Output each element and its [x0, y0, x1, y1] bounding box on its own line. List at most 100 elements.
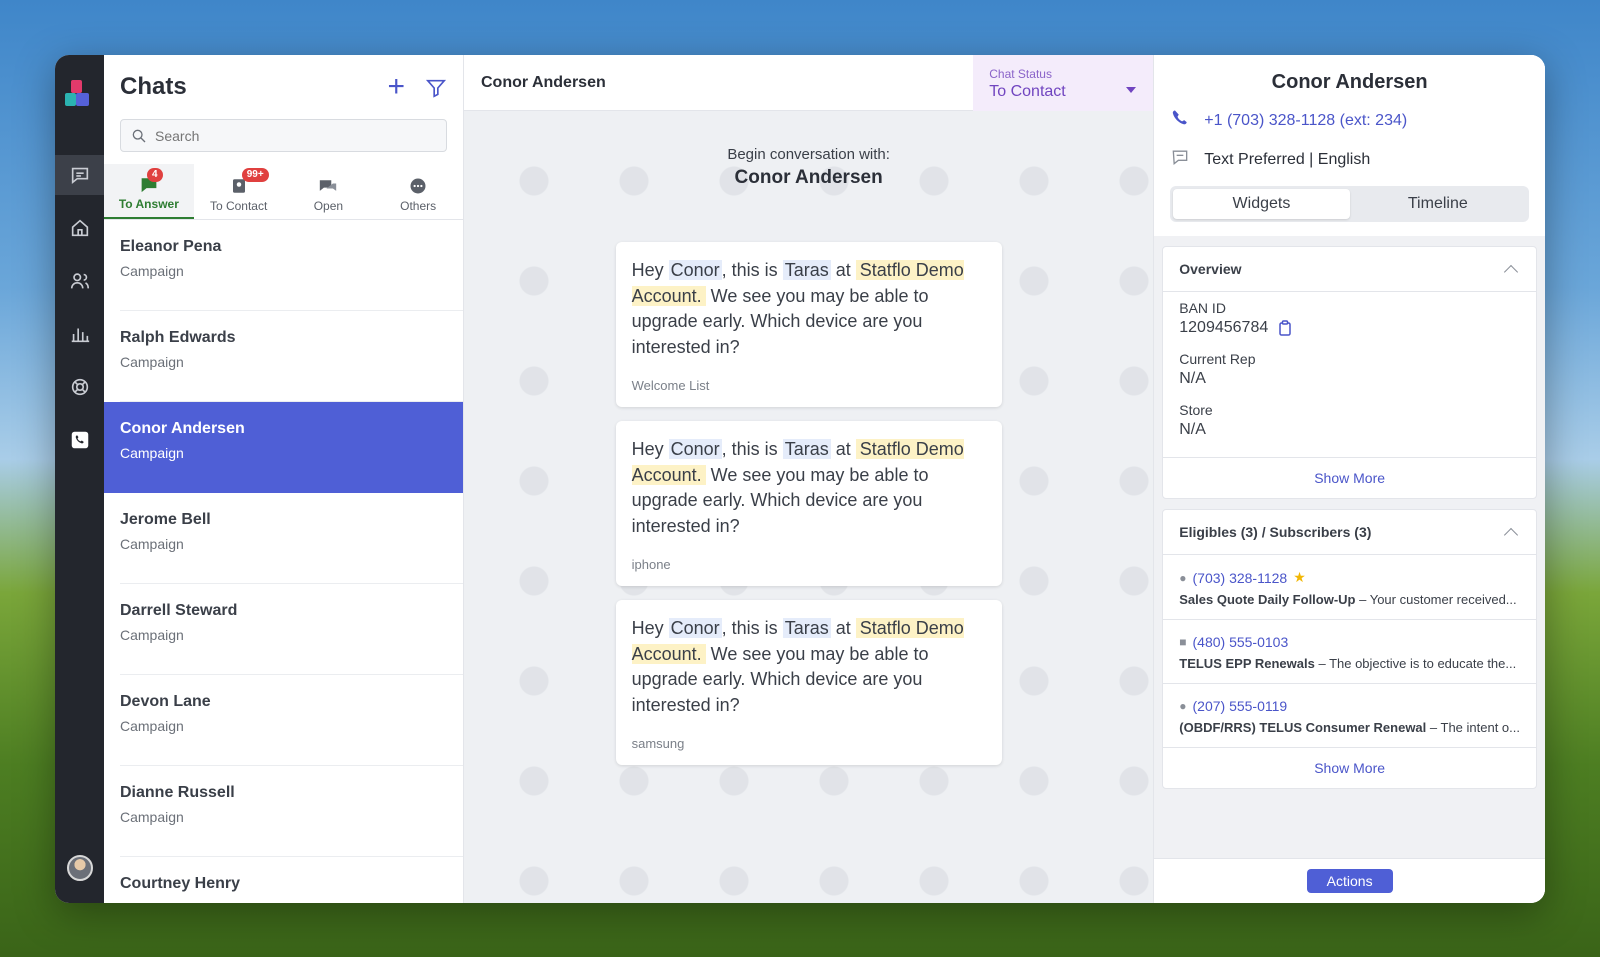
begin-name: Conor Andersen: [734, 167, 883, 188]
subscriber-phone[interactable]: (703) 328-1128: [1193, 570, 1288, 586]
eligibles-show-more[interactable]: Show More: [1163, 748, 1536, 788]
subscriber-phone[interactable]: (480) 555-0103: [1193, 634, 1289, 650]
tab-widgets[interactable]: Widgets: [1173, 189, 1350, 219]
new-chat-icon[interactable]: +: [387, 72, 405, 102]
subscriber-campaign: Sales Quote Daily Follow-Up – Your custo…: [1179, 592, 1517, 607]
eligibles-header[interactable]: Eligibles (3) / Subscribers (3): [1163, 510, 1536, 555]
apple-icon: ●: [1179, 699, 1187, 713]
template-message-card[interactable]: Hey Conor, this is Taras at Statflo Demo…: [615, 242, 1002, 407]
conversation-panel: Conor Andersen Chat Status To Contact Be…: [464, 55, 1155, 903]
chat-item[interactable]: Eleanor Pena Campaign: [120, 220, 463, 311]
chat-item[interactable]: Darrell Steward Campaign: [120, 584, 463, 675]
chat-tabs: 4 To Answer 99+ To Contact Open Others: [104, 164, 463, 220]
lifebuoy-icon[interactable]: [55, 367, 104, 407]
chat-name: Eleanor Pena: [120, 238, 222, 255]
search-icon: [132, 129, 146, 142]
device-icon: ■: [1179, 635, 1187, 649]
chat-icon[interactable]: [55, 155, 104, 195]
field-store: Store N/A: [1179, 402, 1520, 439]
contact-preference: Text Preferred | English: [1204, 150, 1371, 168]
chart-icon[interactable]: [55, 314, 104, 354]
begin-label: Begin conversation with:: [727, 146, 890, 163]
var-agent-name: Taras: [782, 618, 831, 638]
chat-item[interactable]: Dianne Russell Campaign: [120, 766, 463, 857]
phone-icon: [1170, 108, 1204, 133]
contact-summary: Conor Andersen +1 (703) 328-1128 (ext: 2…: [1154, 55, 1545, 236]
actions-button[interactable]: Actions: [1306, 869, 1393, 893]
overview-header[interactable]: Overview: [1163, 247, 1536, 292]
actions-bar: Actions: [1154, 858, 1545, 903]
template-message-card[interactable]: Hey Conor, this is Taras at Statflo Demo…: [615, 421, 1002, 586]
chat-item[interactable]: Courtney Henry: [120, 857, 463, 903]
subscriber-phone[interactable]: (207) 555-0119: [1193, 698, 1288, 714]
app-logo: [64, 80, 95, 108]
chevron-down-icon: [1126, 87, 1137, 93]
chevron-up-icon[interactable]: [1503, 264, 1519, 280]
contact-side-panel: Conor Andersen +1 (703) 328-1128 (ext: 2…: [1154, 55, 1545, 903]
conversation-contact-name: Conor Andersen: [481, 73, 606, 91]
chat-status-dropdown[interactable]: Chat Status To Contact: [973, 55, 1154, 111]
contact-phone-row: +1 (703) 328-1128 (ext: 234): [1170, 108, 1529, 133]
message-bubble-icon: [1170, 147, 1204, 172]
tab-others[interactable]: Others: [373, 164, 463, 219]
chat-name: Dianne Russell: [120, 784, 235, 801]
phone-icon[interactable]: [55, 420, 104, 460]
contact-name: Conor Andersen: [1271, 71, 1428, 93]
subscriber-campaign: (OBDF/RRS) TELUS Consumer Renewal – The …: [1179, 720, 1520, 735]
field-ban-id: BAN ID 1209456784: [1179, 300, 1520, 337]
user-avatar[interactable]: [66, 855, 93, 881]
chat-item[interactable]: Ralph Edwards Campaign: [120, 311, 463, 402]
subscriber-item[interactable]: ■ (480) 555-0103 TELUS EPP Renewals – The…: [1163, 620, 1536, 684]
message-text: Hey Conor, this is Taras at Statflo Demo…: [631, 618, 964, 715]
search-input[interactable]: [155, 127, 415, 144]
search-box[interactable]: [120, 119, 447, 152]
var-agent-name: Taras: [782, 439, 831, 459]
field-label: Current Rep: [1179, 351, 1256, 367]
var-customer-name: Conor: [668, 618, 722, 638]
var-customer-name: Conor: [668, 260, 722, 280]
overview-title: Overview: [1179, 261, 1242, 277]
template-message-card[interactable]: Hey Conor, this is Taras at Statflo Demo…: [615, 600, 1002, 765]
chat-subtitle: Campaign: [120, 263, 184, 279]
overview-show-more[interactable]: Show More: [1163, 458, 1536, 498]
apple-icon: ●: [1179, 570, 1187, 585]
chat-status-label: Chat Status: [989, 67, 1052, 81]
chat-name: Darrell Steward: [120, 602, 238, 619]
chat-subtitle: Campaign: [120, 809, 184, 825]
more-icon: [407, 176, 429, 196]
home-icon[interactable]: [55, 208, 104, 248]
subscriber-item[interactable]: ● (703) 328-1128 ★ Sales Quote Daily Follo…: [1163, 555, 1536, 620]
subscriber-item[interactable]: ● (207) 555-0119 (OBDF/RRS) TELUS Consume…: [1163, 684, 1536, 748]
people-icon[interactable]: [55, 261, 104, 301]
chat-item-selected[interactable]: Conor Andersen Campaign: [104, 402, 463, 493]
message-template-tag: iphone: [631, 557, 671, 572]
field-value: 1209456784: [1179, 319, 1269, 336]
chat-item[interactable]: Jerome Bell Campaign: [120, 493, 463, 584]
star-icon: ★: [1293, 569, 1306, 585]
tab-to-contact[interactable]: 99+ To Contact: [194, 164, 284, 219]
conversation-header: Conor Andersen Chat Status To Contact: [464, 55, 1154, 111]
message-text: Hey Conor, this is Taras at Statflo Demo…: [631, 260, 964, 357]
chat-item[interactable]: Devon Lane Campaign: [120, 675, 463, 766]
subscriber-campaign: TELUS EPP Renewals – The objective is to…: [1179, 656, 1517, 671]
filter-icon[interactable]: [425, 77, 447, 99]
chat-subtitle: Campaign: [120, 536, 184, 552]
copy-icon[interactable]: [1278, 320, 1292, 336]
overview-fields: BAN ID 1209456784 Current Rep N/A Store …: [1163, 292, 1536, 458]
chevron-up-icon[interactable]: [1503, 527, 1519, 543]
chats-title: Chats: [120, 73, 187, 100]
tab-open[interactable]: Open: [284, 164, 374, 219]
begin-conversation: Begin conversation with: Conor Andersen: [464, 146, 1153, 189]
tab-timeline[interactable]: Timeline: [1350, 189, 1526, 219]
chat-name: Devon Lane: [120, 693, 211, 710]
contact-phone-link[interactable]: +1 (703) 328-1128 (ext: 234): [1204, 112, 1407, 130]
open-chats-icon: [317, 176, 339, 196]
field-value: N/A: [1179, 421, 1206, 438]
to-answer-badge: 4: [147, 168, 163, 182]
field-value-row: 1209456784: [1179, 319, 1520, 337]
chat-items: Eleanor Pena Campaign Ralph Edwards Campai…: [104, 220, 463, 903]
chat-name: Courtney Henry: [120, 875, 241, 892]
chat-name: Conor Andersen: [120, 420, 245, 437]
eligibles-card: Eligibles (3) / Subscribers (3) ● (703) 3…: [1162, 509, 1537, 789]
tab-to-answer[interactable]: 4 To Answer: [104, 164, 194, 219]
